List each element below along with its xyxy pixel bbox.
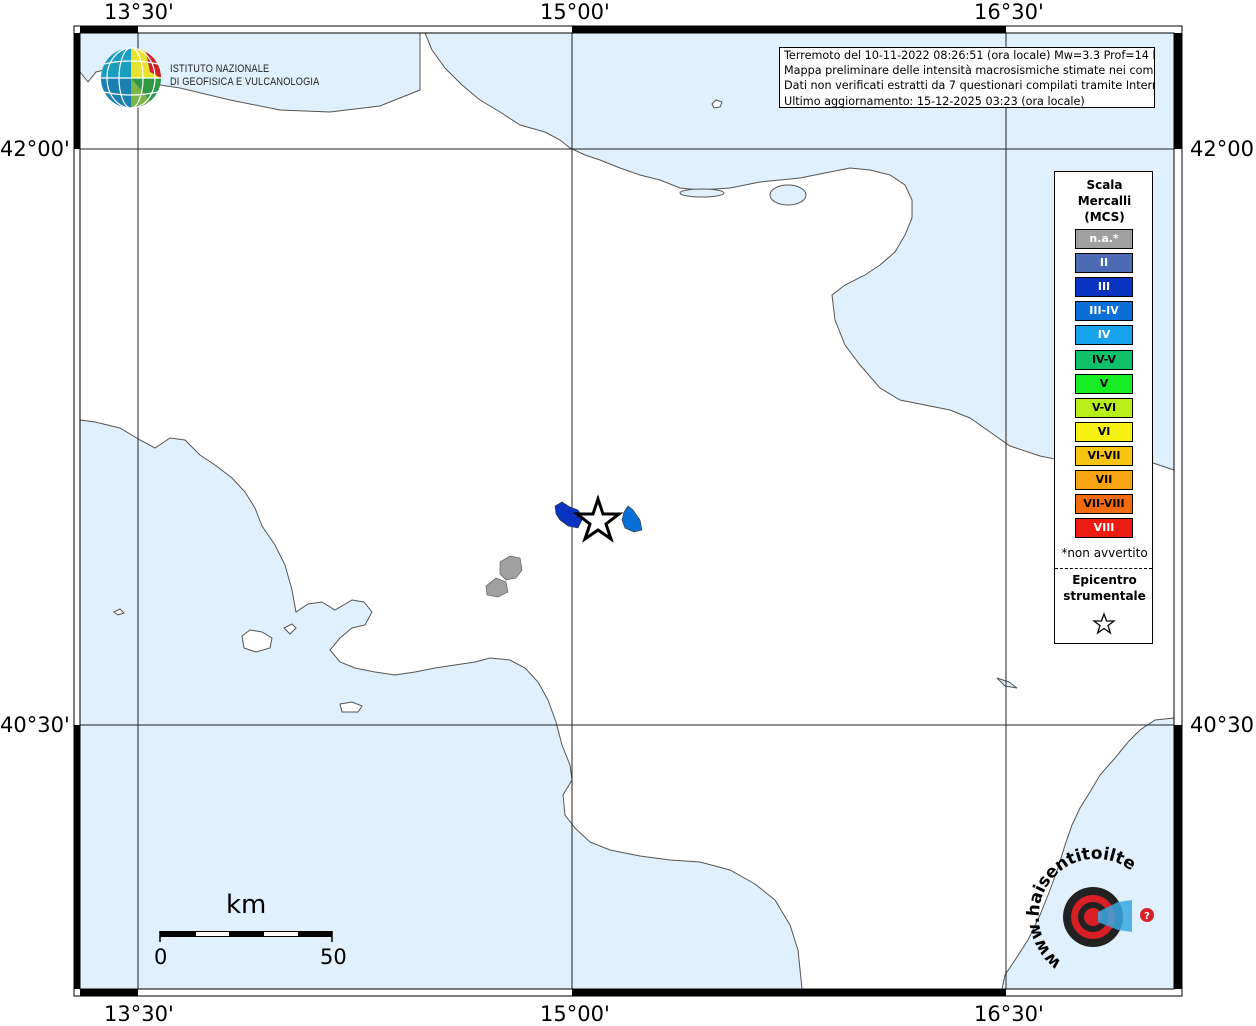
svg-text:?: ?	[1144, 911, 1150, 922]
legend-epicenter-line-2: strumentale	[1063, 589, 1146, 603]
legend-epicenter: Epicentro strumentale	[1055, 572, 1154, 604]
legend-swatch: VIII	[1075, 518, 1133, 539]
lon-label-bottom-2: 15°00'	[540, 1002, 610, 1026]
legend-swatch: V	[1075, 373, 1133, 394]
legend-swatch: VII-VIII	[1075, 494, 1133, 515]
scale-max: 50	[320, 945, 347, 969]
lon-label-bottom-3: 16°30'	[974, 1002, 1044, 1026]
info-line-2: Mappa preliminare delle intensità macros…	[784, 64, 1155, 78]
lon-label-top-2: 15°00'	[540, 0, 610, 24]
legend-note: *non avvertito	[1061, 546, 1148, 560]
legend-title-line-3: (MCS)	[1084, 210, 1125, 224]
legend-swatch: V-VI	[1075, 397, 1133, 418]
info-line-3: Dati non verificati estratti da 7 questi…	[784, 79, 1155, 93]
institute-line-1: ISTITUTO NAZIONALE	[170, 63, 270, 75]
legend-divider	[1055, 568, 1152, 569]
legend-swatch: VI	[1075, 421, 1133, 442]
legend-swatch: II	[1075, 253, 1133, 274]
lon-label-bottom-1: 13°30'	[104, 1002, 174, 1026]
legend-swatch: IV	[1075, 325, 1133, 346]
scale-unit: km	[226, 890, 267, 920]
legend-epicenter-line-1: Epicentro	[1072, 573, 1137, 587]
event-info-box: Terremoto del 10-11-2022 08:26:51 (ora l…	[779, 47, 1155, 108]
lat-label-left-2: 40°30'	[0, 713, 70, 737]
institute-name: ISTITUTO NAZIONALE DI GEOFISICA E VULCAN…	[170, 63, 319, 89]
legend-swatch: III	[1075, 277, 1133, 298]
lon-label-top-3: 16°30'	[974, 0, 1044, 24]
scale-min: 0	[154, 945, 168, 969]
legend-swatch: IV-V	[1075, 349, 1133, 370]
legend-title: Scala Mercalli (MCS)	[1055, 177, 1154, 225]
legend-swatch: VI-VII	[1075, 445, 1133, 466]
mcs-legend: Scala Mercalli (MCS) n.a.* II III III-IV IV I…	[1054, 171, 1153, 644]
institute-line-2: DI GEOFISICA E VULCANOLOGIA	[170, 76, 320, 88]
ingv-logo-icon	[101, 47, 161, 109]
lat-label-right-1: 42°00'	[1190, 137, 1256, 161]
lat-label-right-2: 40°30'	[1190, 713, 1256, 737]
legend-title-line-2: Mercalli	[1077, 194, 1132, 208]
legend-star-icon	[1092, 612, 1116, 635]
legend-title-line-1: Scala	[1086, 178, 1123, 192]
lagoon-lesina	[679, 188, 725, 198]
lon-label-top-1: 13°30'	[104, 0, 174, 24]
lagoon-varano	[769, 184, 807, 206]
lat-label-left-1: 42°00'	[0, 137, 70, 161]
info-line-4: Ultimo aggiornamento: 15-12-2025 03:23 (…	[784, 94, 1085, 108]
legend-swatch: III-IV	[1075, 301, 1133, 322]
info-line-1: Terremoto del 10-11-2022 08:26:51 (ora l…	[784, 49, 1155, 62]
legend-swatch: n.a.*	[1075, 229, 1133, 249]
legend-swatch: VII	[1075, 470, 1133, 490]
